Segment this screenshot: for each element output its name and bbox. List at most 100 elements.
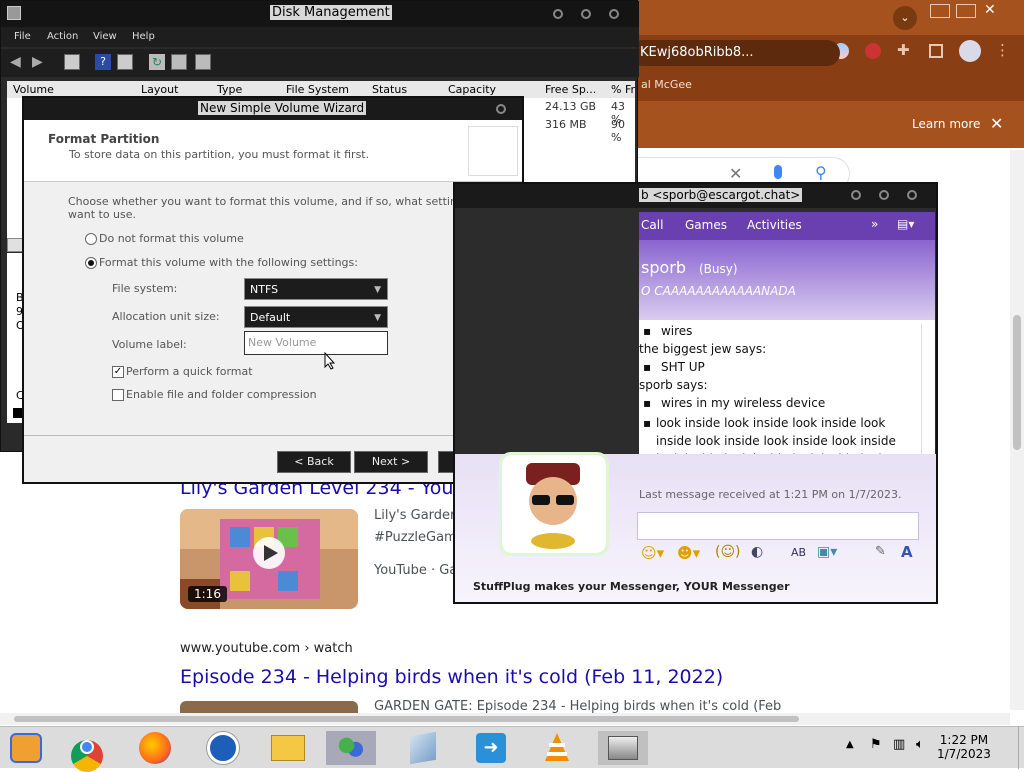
compression-checkbox[interactable] xyxy=(112,389,124,401)
scrollbar-thumb[interactable] xyxy=(14,716,799,722)
refresh-icon[interactable]: ↻ xyxy=(149,54,165,70)
radio-format-label[interactable]: Format this volume with the following se… xyxy=(99,256,358,269)
column-free-space[interactable]: Free Sp... xyxy=(545,83,596,96)
quick-format-label[interactable]: Perform a quick format xyxy=(126,365,253,378)
scrollbar-thumb[interactable] xyxy=(1013,315,1021,450)
system-clock[interactable]: 1:22 PM 1/7/2023 xyxy=(937,733,991,761)
maximize-button[interactable] xyxy=(581,9,591,19)
menu-help[interactable]: Help xyxy=(132,31,155,42)
learn-more-link[interactable]: Learn more xyxy=(912,117,980,131)
next-button[interactable]: Next > xyxy=(354,451,428,473)
title-bar[interactable]: Disk Management xyxy=(1,1,639,27)
disk-management-taskbar-icon[interactable] xyxy=(598,731,648,765)
help-icon[interactable]: ? xyxy=(95,54,111,70)
settings-icon[interactable] xyxy=(195,54,211,70)
vlc-icon[interactable] xyxy=(532,731,582,765)
emoticon-icon[interactable]: ☺▾ xyxy=(641,544,664,562)
tray-expand-icon[interactable]: ▲ xyxy=(846,739,854,750)
show-desktop-button[interactable] xyxy=(1018,727,1024,769)
notes-icon[interactable] xyxy=(398,731,448,765)
avatar[interactable] xyxy=(959,40,981,62)
puzzle-icon[interactable]: ✚ xyxy=(897,41,910,59)
minimize-button[interactable] xyxy=(851,190,861,200)
browser-scrollbar[interactable] xyxy=(1010,150,1024,710)
file-explorer-icon[interactable] xyxy=(262,731,312,765)
menu-file[interactable]: File xyxy=(14,31,31,42)
background-icon[interactable]: ▣▾ xyxy=(817,544,837,560)
message-input[interactable] xyxy=(637,512,919,540)
volume-icon[interactable]: 🔈︎ xyxy=(916,737,924,752)
chrome-icon[interactable] xyxy=(62,731,112,772)
transfer-icon[interactable]: ➜ xyxy=(466,731,516,765)
back-button[interactable]: < Back xyxy=(277,451,351,473)
network-icon[interactable]: ▥ xyxy=(893,737,905,752)
close-icon[interactable]: ✕ xyxy=(990,114,1003,133)
clear-icon[interactable]: ✕ xyxy=(729,164,742,183)
column-file-system[interactable]: File System xyxy=(286,83,349,96)
result-title[interactable]: Episode 234 - Helping birds when it's co… xyxy=(180,666,723,688)
restore-icon[interactable] xyxy=(956,4,976,18)
nav-call[interactable]: Call xyxy=(641,218,663,232)
compression-label[interactable]: Enable file and folder compression xyxy=(126,388,317,401)
font-icon[interactable]: AB xyxy=(791,546,806,559)
volume-label-input[interactable]: New Volume xyxy=(244,331,388,355)
message-text: SHT UP xyxy=(660,360,705,374)
messenger-taskbar-icon[interactable] xyxy=(326,731,376,765)
menu-action[interactable]: Action xyxy=(47,31,78,42)
nav-games[interactable]: Games xyxy=(685,218,727,232)
horizontal-scrollbar[interactable] xyxy=(0,713,1010,725)
text-format-icon[interactable]: A xyxy=(901,543,913,561)
result-url[interactable]: www.youtube.com › watch xyxy=(180,641,353,656)
close-icon[interactable]: ✕ xyxy=(984,2,996,18)
allocation-size-select[interactable]: Default ▼ xyxy=(244,306,388,328)
column-type[interactable]: Type xyxy=(217,83,242,96)
flag-icon[interactable]: ⚑ xyxy=(870,737,882,752)
back-arrow-icon[interactable]: ◀ xyxy=(10,54,26,70)
divider xyxy=(24,435,522,436)
radio-no-format[interactable] xyxy=(85,233,97,245)
menu-icon[interactable]: ▤▾ xyxy=(897,217,914,231)
close-button[interactable] xyxy=(907,190,917,200)
profile-extension-icon[interactable] xyxy=(865,43,881,59)
search-icon[interactable]: ⚲ xyxy=(815,163,827,182)
forward-arrow-icon[interactable]: ▶ xyxy=(32,54,48,70)
column-percent-free[interactable]: % Fr xyxy=(611,83,635,96)
quick-format-checkbox[interactable]: ✓ xyxy=(112,366,124,378)
more-menu-icon[interactable]: ⋮ xyxy=(995,41,1010,59)
title-bar[interactable]: b <sporb@escargot.chat> xyxy=(455,184,936,208)
start-button[interactable] xyxy=(2,731,52,765)
bookmark-item[interactable]: al McGee xyxy=(641,78,692,91)
column-status[interactable]: Status xyxy=(372,83,407,96)
menu-view[interactable]: View xyxy=(93,31,117,42)
address-bar[interactable]: KEwj68obRibb8... xyxy=(630,40,840,66)
close-button[interactable] xyxy=(496,104,506,114)
msn-icon[interactable] xyxy=(198,731,248,765)
firefox-icon[interactable] xyxy=(130,731,180,765)
close-button[interactable] xyxy=(609,9,619,19)
wink-icon[interactable]: ☻▾ xyxy=(677,544,700,562)
console-icon[interactable] xyxy=(64,54,80,70)
column-capacity[interactable]: Capacity xyxy=(448,83,496,96)
voice-search-icon[interactable] xyxy=(774,165,782,179)
result-thumbnail[interactable] xyxy=(180,701,358,713)
nudge-icon[interactable]: (☺) xyxy=(715,544,741,560)
nav-activities[interactable]: Activities xyxy=(747,218,802,232)
voice-clip-icon[interactable]: ◐ xyxy=(751,544,763,560)
column-volume[interactable]: Volume xyxy=(13,83,54,96)
video-meta: #PuzzleGam xyxy=(374,530,457,545)
properties-icon[interactable] xyxy=(117,54,133,70)
export-icon[interactable] xyxy=(171,54,187,70)
more-icon[interactable]: » xyxy=(871,217,878,231)
scrollbar[interactable] xyxy=(921,324,933,474)
minimize-button[interactable] xyxy=(553,9,563,19)
tab-search-button[interactable]: ⌄ xyxy=(893,6,917,30)
title-bar[interactable]: New Simple Volume Wizard xyxy=(24,98,522,120)
column-layout[interactable]: Layout xyxy=(141,83,178,96)
handwriting-icon[interactable]: ✎ xyxy=(875,544,886,559)
file-system-select[interactable]: NTFS ▼ xyxy=(244,278,388,300)
maximize-button[interactable] xyxy=(879,190,889,200)
minimize-icon[interactable] xyxy=(930,4,950,18)
radio-no-format-label[interactable]: Do not format this volume xyxy=(99,232,244,245)
sidebar-icon[interactable] xyxy=(929,44,943,58)
radio-format[interactable] xyxy=(85,257,97,269)
